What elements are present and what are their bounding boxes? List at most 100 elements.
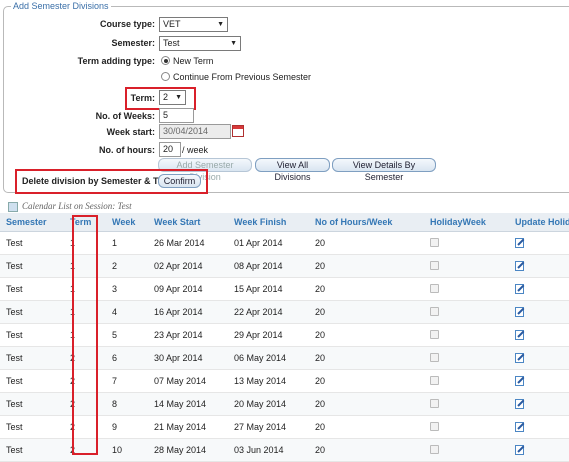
cell-update-holiday [509,346,569,370]
calendar-icon[interactable] [232,125,244,137]
week-start-label: Week start: [106,127,155,137]
semester-value: Test [163,38,180,48]
cell-week-start: 23 Apr 2014 [148,323,228,347]
course-type-label: Course type: [99,19,155,29]
delete-division-label: Delete division by Semester & Term [22,176,175,186]
holiday-week-checkbox[interactable] [430,260,439,270]
header-hours-per-week[interactable]: No of Hours/Week [309,213,424,232]
cell-week-finish: 06 May 2014 [228,346,309,370]
radio-new-term[interactable] [161,56,170,65]
chevron-down-icon: ▼ [217,21,224,28]
term-select[interactable]: 2 ▼ [159,90,186,105]
edit-icon[interactable] [515,306,525,317]
cell-hours: 20 [309,392,424,416]
cell-week: 1 [106,231,148,255]
calendar-list-label: Calendar List on Session: Test [8,200,132,212]
header-week-finish[interactable]: Week Finish [228,213,309,232]
cell-week-finish: 20 May 2014 [228,392,309,416]
cell-hours: 20 [309,369,424,393]
holiday-week-checkbox[interactable] [430,283,439,293]
holiday-week-checkbox[interactable] [430,306,439,316]
cell-holiday-week [424,346,509,370]
cell-week: 9 [106,415,148,439]
cell-semester: Test [0,346,64,370]
calendar-list-icon [8,201,18,212]
semester-select[interactable]: Test ▼ [159,36,241,51]
cell-update-holiday [509,392,569,416]
cell-hours: 20 [309,323,424,347]
course-type-select[interactable]: VET ▼ [159,17,228,32]
cell-hours: 20 [309,438,424,462]
holiday-week-checkbox[interactable] [430,398,439,408]
radio-continue-previous[interactable] [161,72,170,81]
cell-hours: 20 [309,277,424,301]
edit-icon[interactable] [515,352,525,363]
hours-unit: / week [182,145,209,155]
cell-update-holiday [509,369,569,393]
cell-update-holiday [509,438,569,462]
cell-week-finish: 01 Apr 2014 [228,231,309,255]
cell-week: 6 [106,346,148,370]
cell-semester: Test [0,277,64,301]
cell-update-holiday [509,254,569,278]
cell-week-start: 07 May 2014 [148,369,228,393]
cell-hours: 20 [309,254,424,278]
header-week[interactable]: Week [106,213,148,232]
edit-icon[interactable] [515,329,525,340]
edit-icon[interactable] [515,444,525,455]
cell-update-holiday [509,323,569,347]
cell-semester: Test [0,438,64,462]
holiday-week-checkbox[interactable] [430,329,439,339]
cell-week-start: 16 Apr 2014 [148,300,228,324]
holiday-week-checkbox[interactable] [430,352,439,362]
cell-hours: 20 [309,300,424,324]
edit-icon[interactable] [515,398,525,409]
header-holiday-week[interactable]: HolidayWeek [424,213,509,232]
cell-update-holiday [509,415,569,439]
cell-holiday-week [424,438,509,462]
cell-holiday-week [424,231,509,255]
cell-week: 2 [106,254,148,278]
holiday-week-checkbox[interactable] [430,444,439,454]
cell-week-finish: 27 May 2014 [228,415,309,439]
cell-holiday-week [424,254,509,278]
cell-holiday-week [424,392,509,416]
confirm-button[interactable]: Confirm [158,174,201,188]
cell-week-finish: 08 Apr 2014 [228,254,309,278]
cell-holiday-week [424,323,509,347]
weeks-input[interactable]: 5 [159,108,194,123]
cell-update-holiday [509,300,569,324]
holiday-week-checkbox[interactable] [430,237,439,247]
cell-week-start: 26 Mar 2014 [148,231,228,255]
cell-week: 4 [106,300,148,324]
view-details-by-semester-button[interactable]: View Details By Semester [332,158,436,182]
course-type-value: VET [163,19,181,29]
term-column-highlight-box [72,215,98,455]
edit-icon[interactable] [515,375,525,386]
hours-input[interactable]: 20 [159,142,181,157]
cell-week-start: 21 May 2014 [148,415,228,439]
cell-semester: Test [0,392,64,416]
header-update-holiday[interactable]: Update Holiday [509,213,569,232]
cell-holiday-week [424,415,509,439]
term-adding-type-label: Term adding type: [77,56,155,66]
edit-icon[interactable] [515,237,525,248]
cell-semester: Test [0,415,64,439]
header-week-start[interactable]: Week Start [148,213,228,232]
edit-icon[interactable] [515,260,525,271]
edit-icon[interactable] [515,421,525,432]
cell-week-start: 30 Apr 2014 [148,346,228,370]
holiday-week-checkbox[interactable] [430,421,439,431]
radio-new-term-label: New Term [173,56,214,66]
header-semester[interactable]: Semester [0,213,64,232]
cell-holiday-week [424,300,509,324]
week-start-input[interactable]: 30/04/2014 [159,124,231,139]
cell-holiday-week [424,277,509,301]
cell-semester: Test [0,254,64,278]
view-all-divisions-button[interactable]: View All Divisions [255,158,330,182]
cell-update-holiday [509,277,569,301]
cell-week-start: 09 Apr 2014 [148,277,228,301]
holiday-week-checkbox[interactable] [430,375,439,385]
cell-semester: Test [0,231,64,255]
edit-icon[interactable] [515,283,525,294]
